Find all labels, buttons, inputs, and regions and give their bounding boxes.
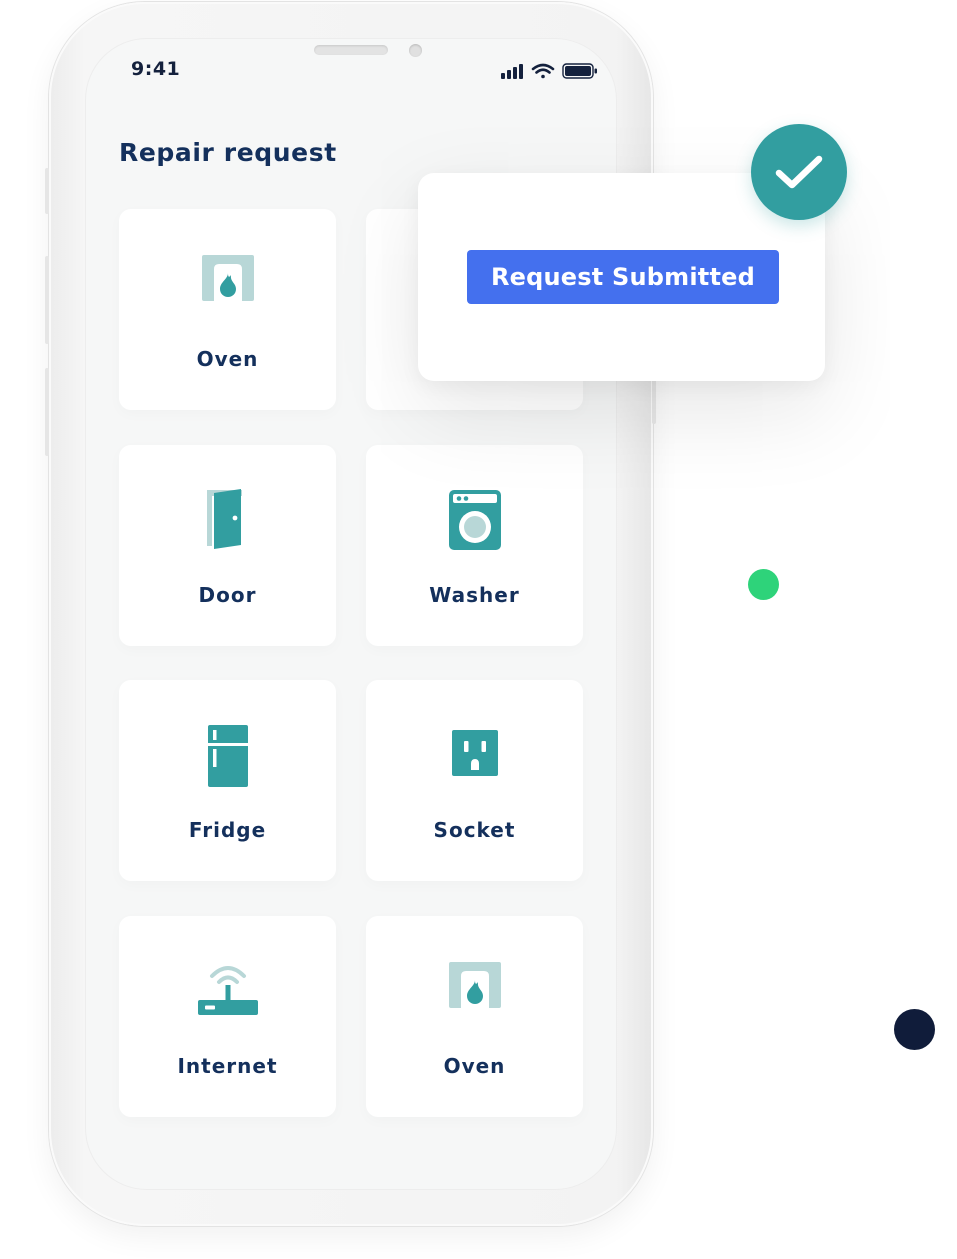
status-icons bbox=[501, 63, 597, 79]
decorative-dot-navy bbox=[894, 1009, 935, 1050]
tile-label: Internet bbox=[177, 1054, 278, 1078]
request-submitted-button[interactable]: Request Submitted bbox=[467, 250, 779, 304]
router-icon bbox=[197, 966, 258, 1015]
page-title: Repair request bbox=[119, 138, 337, 167]
tile-label: Fridge bbox=[188, 818, 267, 842]
speaker-grille bbox=[314, 45, 388, 55]
tile-internet[interactable]: Internet bbox=[119, 916, 336, 1117]
phone-side-button bbox=[45, 168, 49, 214]
tile-door[interactable]: Door bbox=[119, 445, 336, 646]
tile-oven[interactable]: Oven bbox=[119, 209, 336, 410]
signal-icon bbox=[501, 64, 523, 79]
front-camera bbox=[409, 44, 422, 57]
checkmark-icon bbox=[775, 155, 823, 189]
battery-icon bbox=[562, 63, 597, 79]
washer-icon bbox=[448, 490, 501, 550]
door-icon bbox=[206, 489, 242, 549]
oven-icon bbox=[448, 962, 501, 1008]
decorative-dot-green bbox=[748, 569, 779, 600]
tile-fridge[interactable]: Fridge bbox=[119, 680, 336, 881]
tile-washer[interactable]: Washer bbox=[366, 445, 583, 646]
phone-volume-down bbox=[45, 368, 49, 456]
wifi-icon bbox=[531, 63, 555, 79]
socket-icon bbox=[451, 730, 498, 776]
phone-volume-up bbox=[45, 256, 49, 344]
tile-label: Door bbox=[198, 583, 257, 607]
status-time: 9:41 bbox=[131, 58, 181, 80]
tile-label: Oven bbox=[196, 347, 259, 371]
tile-socket[interactable]: Socket bbox=[366, 680, 583, 881]
tile-oven-2[interactable]: Oven bbox=[366, 916, 583, 1117]
fridge-icon bbox=[207, 725, 248, 787]
success-badge bbox=[751, 124, 847, 220]
tile-label: Socket bbox=[433, 818, 516, 842]
tile-label: Oven bbox=[443, 1054, 506, 1078]
oven-icon bbox=[201, 255, 254, 301]
tile-label: Washer bbox=[429, 583, 520, 607]
